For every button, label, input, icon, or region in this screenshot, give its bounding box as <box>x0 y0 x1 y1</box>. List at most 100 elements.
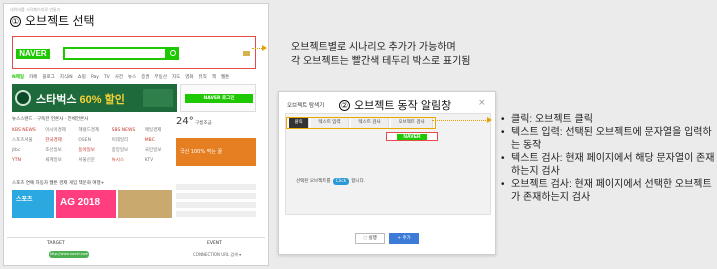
weather-description: 구름조금 <box>195 121 212 126</box>
press-item[interactable]: OSEN <box>78 137 105 145</box>
scenario-grid-header: TARGET EVENT <box>7 237 265 247</box>
press-item[interactable]: SBS NEWS <box>112 127 139 135</box>
banner-brand: 스타벅스 <box>36 94 80 106</box>
press-item[interactable]: 매일경제 <box>145 127 172 135</box>
press-item[interactable]: jtbc <box>12 147 39 155</box>
nav-item[interactable]: 뉴스 <box>128 75 136 80</box>
side-list <box>176 184 256 220</box>
naver-preview-logo: NAVER <box>397 134 427 140</box>
press-item[interactable]: 서울신문 <box>78 157 105 165</box>
login-button[interactable]: NAVER 로그인 <box>185 94 253 103</box>
press-item[interactable]: 스포츠서울 <box>12 137 39 145</box>
press-item[interactable]: 조선일보 <box>45 147 72 155</box>
nav-item[interactable]: 책 <box>212 75 216 80</box>
dialog-body: 클릭 텍스트 입력 텍스트 검사 오브젝트 검사 NAVER 선택된 오브젝트를… <box>285 113 491 215</box>
press-item[interactable]: 아시아경제 <box>45 127 72 135</box>
nav-item[interactable]: 지식iN <box>60 75 73 80</box>
target-url-pill[interactable]: http://www.naver.com <box>49 251 89 258</box>
action-badge: Click <box>332 178 350 185</box>
nav-item[interactable]: TV <box>104 75 110 80</box>
nav-item[interactable]: 카페 <box>29 75 37 80</box>
selected-prefix: 선택된 오브젝트를 <box>296 179 331 184</box>
nav-item[interactable]: 사전 <box>115 75 123 80</box>
press-item[interactable]: 헤럴드경제 <box>78 127 105 135</box>
side-list-item[interactable] <box>176 202 256 208</box>
nav-item[interactable]: Pay <box>91 75 99 80</box>
annotation-list-item: 텍스트 검사: 현재 페이지에서 해당 문자열이 존재하는지 검사 <box>499 152 715 178</box>
selected-object-sentence: 선택된 오브젝트를 Click 합니다. <box>296 178 365 185</box>
naver-logo[interactable]: NAVER <box>16 49 50 59</box>
service-nav: N메일 카페 블로그 지식iN 쇼핑 Pay TV 사전 뉴스 증권 부동산 지도 영화 뮤직 책 웹툰 <box>12 74 256 82</box>
object-explorer-dialog: 오브젝트 탐색기 ② 오브젝트 동작 알림창 × 클릭 텍스트 입력 텍스트 검사… <box>278 91 496 255</box>
step1-title: ① 오브젝트 선택 <box>10 12 95 29</box>
side-list-item[interactable] <box>176 184 256 190</box>
nav-item[interactable]: N메일 <box>12 75 24 80</box>
annotation-action-list: 클릭: 오브젝트 클릭 텍스트 입력: 선택된 오브젝트에 문자열을 입력하는 … <box>499 113 715 204</box>
press-item[interactable]: 중앙일보 <box>112 147 139 155</box>
press-item[interactable]: 국민일보 <box>145 147 172 155</box>
sports-thumbnail[interactable]: 스포츠 <box>12 190 54 218</box>
browser-screenshot-panel: 네이버를 시작페이지로 만들기 ① 오브젝트 선택 NAVER N메일 카페 블로그 지… <box>3 3 269 266</box>
nav-item[interactable]: 부동산 <box>155 75 167 80</box>
nav-item[interactable]: 증권 <box>141 75 149 80</box>
scenario-grid-row[interactable]: http://www.naver.com CONNECTION URL 검색 ▾ <box>7 249 265 261</box>
tab-text-check[interactable]: 텍스트 검사 <box>351 118 389 128</box>
press-item[interactable]: KBS NEWS <box>12 127 39 135</box>
nav-item[interactable]: 영화 <box>185 75 193 80</box>
honey-ad[interactable]: 국산 100% 먹는 꿀 <box>176 138 256 166</box>
banner-product-image <box>143 89 173 107</box>
selected-suffix: 합니다. <box>351 179 366 184</box>
annotation-list-item: 오브젝트 검사: 현재 페이지에서 선택한 오브젝트가 존재하는지 검사 <box>499 178 715 204</box>
selected-object-box[interactable]: NAVER <box>12 36 256 69</box>
annotation-line: 각 오브젝트는 빨간색 테두리 박스로 표기됨 <box>291 56 471 67</box>
tab-click[interactable]: 클릭 <box>289 118 309 128</box>
nav-item[interactable]: 쇼핑 <box>78 75 86 80</box>
press-item[interactable]: 한국경제 <box>45 137 72 145</box>
arrow-head-icon <box>262 45 267 51</box>
topic-thumbnails: 스포츠 AG 2018 <box>12 190 172 218</box>
step2-label: 오브젝트 동작 알림창 <box>354 100 452 112</box>
sports-thumbnail-label: 스포츠 <box>16 196 33 203</box>
tab-object-check[interactable]: 오브젝트 검사 <box>391 118 433 128</box>
press-item[interactable]: MBC <box>145 137 172 145</box>
newsstand-tabs[interactable]: 뉴스스탠드 · 구독한 언론사 · 전체언론사 <box>12 116 172 124</box>
newsstand: 뉴스스탠드 · 구독한 언론사 · 전체언론사 KBS NEWS 아시아경제 헤럴드… <box>12 116 172 176</box>
side-list-item[interactable] <box>176 211 256 217</box>
press-item[interactable]: YTN <box>12 157 39 165</box>
asian-games-thumbnail[interactable]: AG 2018 <box>56 190 116 218</box>
nav-item[interactable]: 블로그 <box>42 75 54 80</box>
photo-thumbnail[interactable] <box>118 190 172 218</box>
newsstand-grid: KBS NEWS 아시아경제 헤럴드경제 SBS NEWS 매일경제 스포츠서울 한국경제… <box>12 127 172 165</box>
search-input[interactable] <box>63 47 167 60</box>
close-icon[interactable]: × <box>478 98 486 108</box>
press-item[interactable]: 동아일보 <box>78 147 105 155</box>
annotation-line: 오브젝트별로 시나리오 추가가 가능하며 <box>291 42 456 53</box>
nav-item[interactable]: 뮤직 <box>199 75 207 80</box>
side-list-item[interactable] <box>176 193 256 199</box>
nav-item[interactable]: 지도 <box>172 75 180 80</box>
starbucks-logo-icon <box>15 90 31 106</box>
starbucks-banner[interactable]: 스타벅스 60% 할인 <box>12 84 177 112</box>
add-button[interactable]: + 추가 <box>389 233 419 244</box>
step1-label: 오브젝트 선택 <box>25 14 95 28</box>
connection-url-select[interactable]: CONNECTION URL 검색 ▾ <box>193 252 241 258</box>
press-item[interactable]: 뉴시스 <box>112 157 139 165</box>
nav-item[interactable]: 웹툰 <box>221 75 229 80</box>
weather[interactable]: 24° 구름조금 <box>176 116 256 134</box>
run-button[interactable]: ◌ 실행 <box>355 233 385 244</box>
tab-text-input[interactable]: 텍스트 입력 <box>311 118 349 128</box>
press-item[interactable]: 세계일보 <box>45 157 72 165</box>
annotation-list-item: 클릭: 오브젝트 클릭 <box>499 113 715 126</box>
step2-title: ② 오브젝트 동작 알림창 <box>339 97 451 113</box>
banner-discount: 60% 할인 <box>79 94 125 106</box>
login-box: NAVER 로그인 <box>180 84 256 112</box>
arrow-head-icon <box>487 117 492 123</box>
annotation-list-item: 텍스트 입력: 선택된 오브젝트에 문자열을 입력하는 동작 <box>499 126 715 152</box>
topic-tabs[interactable]: 스포츠 연예 자동차 웹툰 경제 게임 책문화 여행+ <box>12 180 172 188</box>
search-icon[interactable] <box>167 47 179 60</box>
tool-icon[interactable] <box>243 51 250 56</box>
dialog-title: 오브젝트 탐색기 <box>287 103 325 109</box>
press-item[interactable]: 이데일리 <box>112 137 139 145</box>
press-item[interactable]: KTV <box>145 157 172 165</box>
target-column-header: TARGET <box>47 241 65 246</box>
